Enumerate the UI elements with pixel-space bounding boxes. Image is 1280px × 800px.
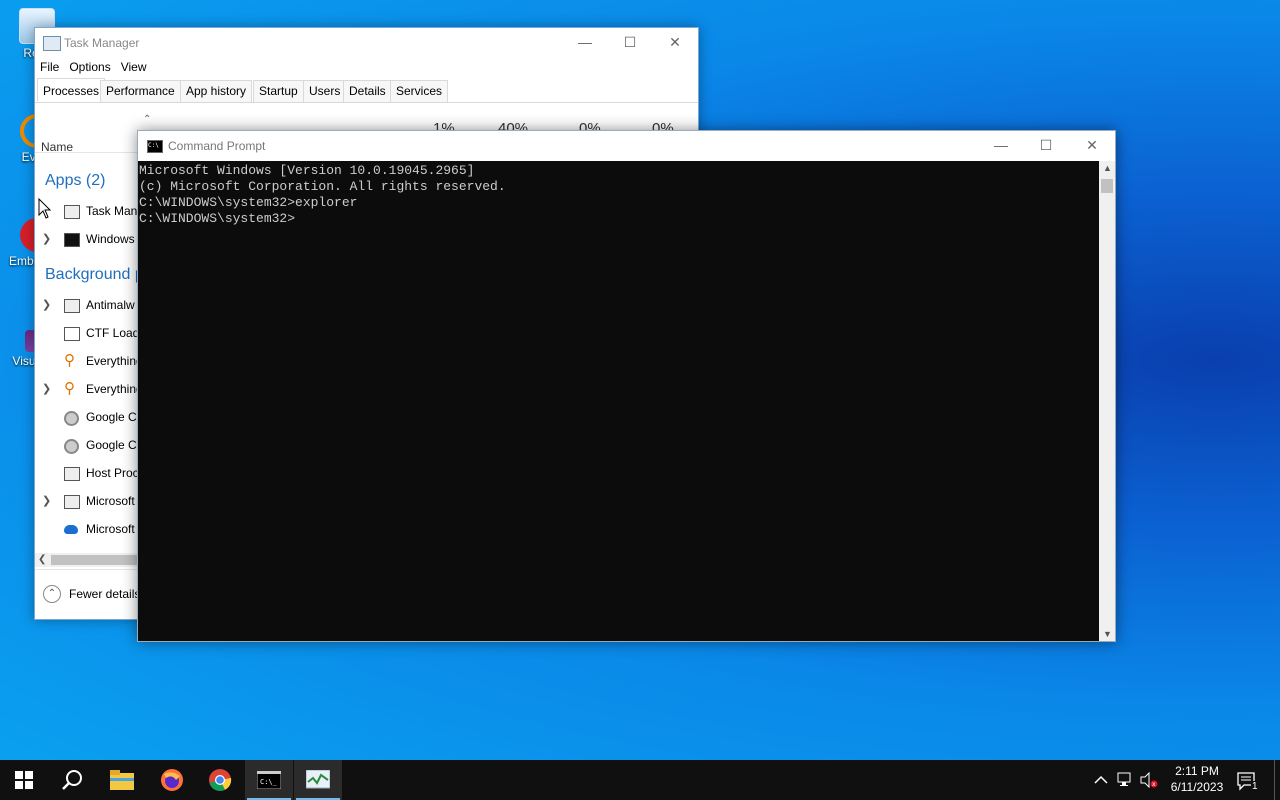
tab-startup[interactable]: Startup <box>253 80 304 102</box>
show-desktop-button[interactable] <box>1274 760 1280 800</box>
notification-count: 1 <box>1251 781 1259 792</box>
action-center-button[interactable]: 1 <box>1236 760 1264 800</box>
console-prompt: C:\WINDOWS\system32> <box>139 211 296 226</box>
service-icon <box>64 467 80 481</box>
process-row[interactable]: Microsoft <box>35 516 145 544</box>
console-icon <box>64 233 80 247</box>
process-row[interactable]: CTF Loade <box>35 320 146 348</box>
windows-logo-icon <box>15 771 33 789</box>
group-background: Background p <box>45 266 144 283</box>
task-manager-taskbar-button[interactable] <box>294 760 342 800</box>
chrome-icon <box>64 439 79 454</box>
chrome-button[interactable] <box>196 760 244 800</box>
scroll-thumb[interactable] <box>51 555 139 565</box>
process-row[interactable]: Google Cr <box>35 432 145 460</box>
search-icon <box>62 770 82 790</box>
scroll-thumb[interactable] <box>1101 179 1113 193</box>
tab-performance[interactable]: Performance <box>100 80 181 102</box>
command-prompt-titlebar[interactable]: C:\ Command Prompt — ☐ ✕ <box>138 131 1115 161</box>
process-row[interactable]: ❯ ⚲ Everything <box>35 376 145 404</box>
horizontal-scrollbar[interactable]: ❮ <box>35 553 139 567</box>
tab-strip: Processes Performance App history Startu… <box>35 78 698 103</box>
folder-icon <box>110 770 134 790</box>
command-prompt-icon: C:\ <box>147 140 163 153</box>
menu-view[interactable]: View <box>116 58 152 76</box>
clock-date: 6/11/2023 <box>1170 780 1224 794</box>
onedrive-icon <box>64 525 78 534</box>
volume-control[interactable]: x <box>1140 760 1160 800</box>
process-row[interactable]: ⚲ Everything <box>35 348 145 376</box>
console-line: (c) Microsoft Corporation. All rights re… <box>139 179 506 194</box>
menu-options[interactable]: Options <box>64 58 115 76</box>
process-row[interactable]: Google Cr <box>35 404 145 432</box>
service-icon <box>64 495 80 509</box>
chevron-right-icon[interactable]: ❯ <box>42 382 51 395</box>
taskbar: C:\_ x 2:11 PM 6/11/2023 1 <box>0 760 1280 800</box>
mouse-cursor-icon <box>38 198 52 219</box>
close-button[interactable]: ✕ <box>652 28 698 58</box>
search-button[interactable] <box>48 760 96 800</box>
everything-icon: ⚲ <box>64 380 75 397</box>
process-row[interactable]: ❯ Windows <box>35 226 145 254</box>
tab-processes[interactable]: Processes <box>37 78 106 101</box>
clock[interactable]: 2:11 PM 6/11/2023 <box>1164 763 1230 795</box>
chevron-up-icon: ⌃ <box>43 585 61 603</box>
tab-services[interactable]: Services <box>390 80 449 102</box>
speaker-muted-icon: x <box>1140 771 1158 789</box>
tab-details[interactable]: Details <box>343 80 392 102</box>
sort-chevron-icon: ⌃ <box>143 114 152 125</box>
menu-bar: File Options View <box>35 58 152 76</box>
chevron-up-icon <box>1094 775 1108 784</box>
chrome-icon <box>64 411 79 426</box>
scroll-left-icon[interactable]: ❮ <box>38 553 46 567</box>
show-hidden-icons-button[interactable] <box>1094 760 1112 800</box>
menu-file[interactable]: File <box>35 58 64 76</box>
tab-app-history[interactable]: App history <box>180 80 253 102</box>
maximize-button[interactable]: ☐ <box>607 28 653 58</box>
minimize-button[interactable]: — <box>978 131 1024 161</box>
process-row[interactable]: ❯ Antimalw <box>35 292 145 320</box>
clock-time: 2:11 PM <box>1175 764 1219 778</box>
tab-users[interactable]: Users <box>303 80 347 102</box>
console-output[interactable]: Microsoft Windows [Version 10.0.19045.29… <box>139 163 1097 639</box>
window-title: Command Prompt <box>168 139 266 153</box>
close-button[interactable]: ✕ <box>1069 131 1115 161</box>
command-prompt-icon: C:\_ <box>256 770 282 790</box>
scroll-up-icon[interactable]: ▲ <box>1103 163 1112 173</box>
process-row[interactable]: ❯ Microsoft <box>35 488 145 516</box>
chrome-icon <box>209 769 232 791</box>
scroll-down-icon[interactable]: ▼ <box>1103 629 1112 639</box>
maximize-button[interactable]: ☐ <box>1023 131 1069 161</box>
vertical-scrollbar[interactable]: ▲ ▼ <box>1099 161 1115 641</box>
network-icon <box>1117 772 1131 786</box>
fewer-details-label: Fewer details <box>69 587 141 601</box>
command-prompt-taskbar-button[interactable]: C:\_ <box>245 760 293 800</box>
everything-icon: ⚲ <box>64 352 75 369</box>
service-icon <box>64 299 80 313</box>
svg-text:x: x <box>1152 781 1156 788</box>
task-manager-icon <box>64 205 80 219</box>
console-line: C:\WINDOWS\system32>explorer <box>139 195 358 210</box>
start-button[interactable] <box>0 760 48 800</box>
network-status[interactable] <box>1117 760 1137 800</box>
group-apps: Apps (2) <box>45 172 106 189</box>
file-explorer-button[interactable] <box>98 760 146 800</box>
window-title: Task Manager <box>64 36 140 50</box>
chevron-right-icon[interactable]: ❯ <box>42 232 51 245</box>
ctf-icon <box>64 327 80 341</box>
console-line: Microsoft Windows [Version 10.0.19045.29… <box>139 163 475 178</box>
process-row[interactable]: Host Proc <box>35 460 145 488</box>
minimize-button[interactable]: — <box>562 28 608 58</box>
column-name[interactable]: Name <box>41 140 73 154</box>
task-manager-icon <box>43 36 61 51</box>
firefox-button[interactable] <box>148 760 196 800</box>
svg-text:C:\_: C:\_ <box>260 778 278 786</box>
command-prompt-window[interactable]: C:\ Command Prompt — ☐ ✕ Microsoft Windo… <box>137 130 1116 642</box>
firefox-icon <box>161 769 183 791</box>
chevron-right-icon[interactable]: ❯ <box>42 298 51 311</box>
task-manager-titlebar[interactable]: Task Manager — ☐ ✕ <box>35 28 698 58</box>
task-manager-icon <box>305 769 331 789</box>
chevron-right-icon[interactable]: ❯ <box>42 494 51 507</box>
